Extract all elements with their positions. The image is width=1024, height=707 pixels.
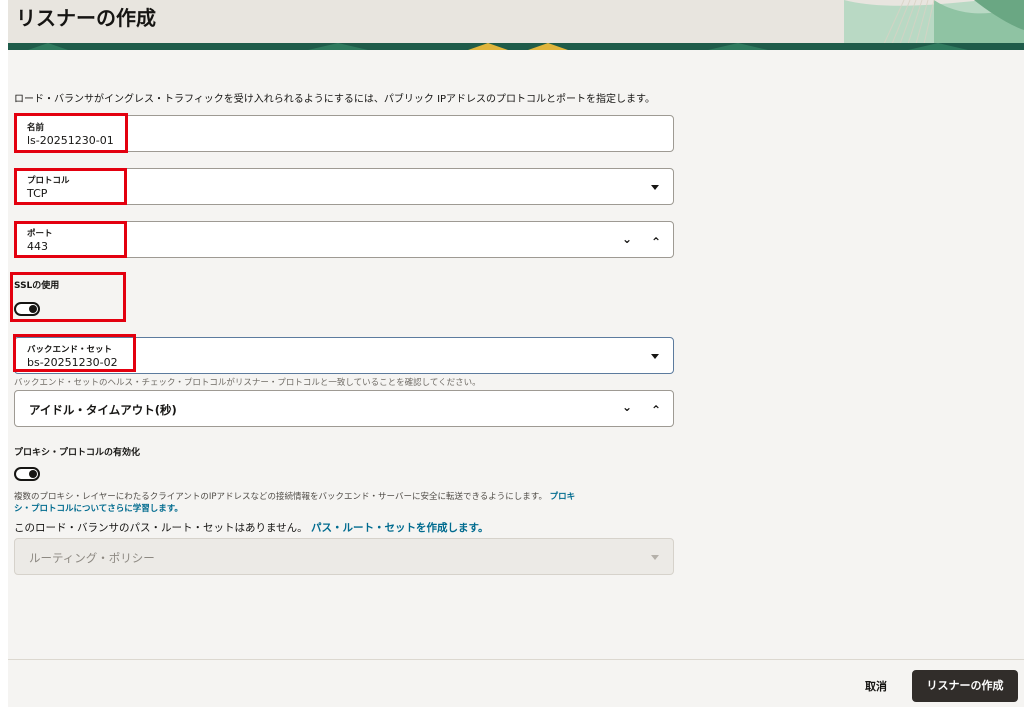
chevron-up-icon[interactable]: ⌃ xyxy=(651,403,661,417)
toggle-knob xyxy=(29,305,37,313)
create-route-set-link[interactable]: パス・ルート・セットを作成します。 xyxy=(311,522,488,534)
ssl-label: SSLの使用 xyxy=(14,281,60,291)
ssl-toggle[interactable] xyxy=(14,302,40,316)
chevron-down-icon[interactable]: ⌄ xyxy=(622,232,632,246)
port-stepper[interactable]: ポート 443 ⌄ ⌃ xyxy=(14,221,674,258)
protocol-value: TCP xyxy=(27,187,48,200)
footer-divider xyxy=(8,659,1024,660)
backend-set-select[interactable]: バックエンド・セット bs-20251230-02 xyxy=(14,337,674,374)
header-band-pattern xyxy=(28,43,968,50)
chevron-up-icon[interactable]: ⌃ xyxy=(651,235,661,249)
protocol-select[interactable]: プロトコル TCP xyxy=(14,168,674,205)
toggle-knob xyxy=(29,470,37,478)
route-set-message: このロード・バランサのパス・ルート・セットはありません。 パス・ルート・セットを… xyxy=(14,520,488,535)
proxy-helper-text: 複数のプロキシ・レイヤーにわたるクライアントのIPアドレスなどの接続情報をバック… xyxy=(14,492,547,502)
proxy-protocol-helper: 複数のプロキシ・レイヤーにわたるクライアントのIPアドレスなどの接続情報をバック… xyxy=(14,490,684,502)
proxy-protocol-label: プロキシ・プロトコルの有効化 xyxy=(14,448,141,458)
idle-timeout-stepper[interactable]: アイドル・タイムアウト(秒) ⌄ ⌃ xyxy=(14,390,674,427)
route-set-text: このロード・バランサのパス・ルート・セットはありません。 xyxy=(14,522,308,534)
protocol-label: プロトコル xyxy=(27,176,70,186)
intro-text: ロード・バランサがイングレス・トラフィックを受け入れられるようにするには、パブリ… xyxy=(14,94,656,105)
name-input[interactable]: ls-20251230-01 xyxy=(27,134,114,147)
name-field[interactable]: 名前 ls-20251230-01 xyxy=(14,115,674,152)
routing-policy-select[interactable]: ルーティング・ポリシー xyxy=(14,538,674,575)
backend-set-label: バックエンド・セット xyxy=(27,345,113,355)
port-label: ポート xyxy=(27,229,53,239)
port-input[interactable]: 443 xyxy=(27,240,48,253)
caret-down-icon[interactable] xyxy=(651,185,659,190)
caret-down-icon[interactable] xyxy=(651,354,659,359)
proxy-learn-more-link-cont[interactable]: シ・プロトコルについてさらに学習します。 xyxy=(14,504,183,514)
backend-set-value: bs-20251230-02 xyxy=(27,356,118,369)
idle-timeout-input[interactable]: アイドル・タイムアウト(秒) xyxy=(29,402,177,418)
name-label: 名前 xyxy=(27,123,45,133)
panel-header: リスナーの作成 xyxy=(8,0,1024,50)
routing-policy-placeholder: ルーティング・ポリシー xyxy=(29,551,155,565)
page-title: リスナーの作成 xyxy=(16,6,156,30)
proxy-helper-line2: シ・プロトコルについてさらに学習します。 xyxy=(14,502,183,514)
cancel-button[interactable]: 取消 xyxy=(852,672,900,702)
caret-down-icon xyxy=(651,555,659,560)
chevron-down-icon[interactable]: ⌄ xyxy=(622,400,632,414)
proxy-learn-more-link[interactable]: プロキ xyxy=(550,492,576,502)
proxy-protocol-toggle[interactable] xyxy=(14,467,40,481)
create-listener-button[interactable]: リスナーの作成 xyxy=(912,670,1018,702)
backend-set-helper: バックエンド・セットのヘルス・チェック・プロトコルがリスナー・プロトコルと一致し… xyxy=(14,378,481,388)
